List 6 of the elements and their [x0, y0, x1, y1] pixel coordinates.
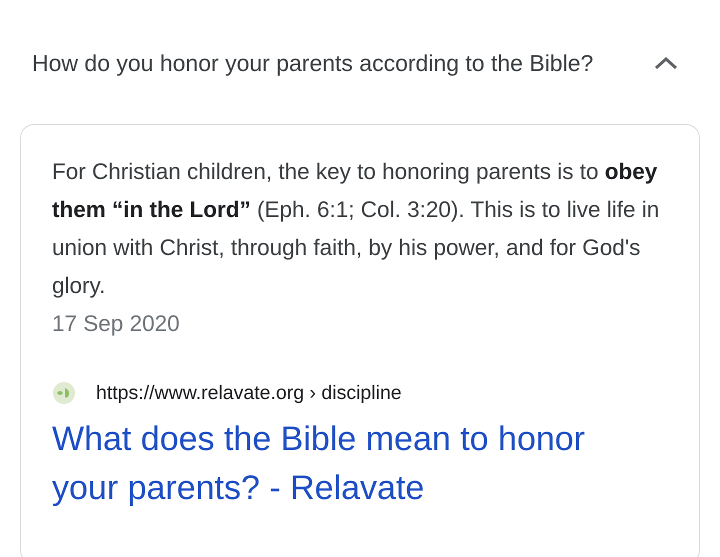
chevron-icon[interactable]: [654, 56, 678, 70]
answer-date: 17 Sep 2020: [52, 310, 181, 338]
answer-snippet: For Christian children, the key to honoring parents is to obey them “in the Lord” (Eph. 6:1; Col. 3:20). This is to live life in union with Christ, through faith, by his power, and for God's glory.: [52, 158, 660, 300]
result-title-link[interactable]: What does the Bible mean to honor your parents? - Relavate: [52, 415, 612, 513]
question-text[interactable]: How do you honor your parents according to the Bible?: [32, 44, 622, 82]
source-url[interactable]: https://www.relavate.org › discipline: [96, 382, 402, 404]
